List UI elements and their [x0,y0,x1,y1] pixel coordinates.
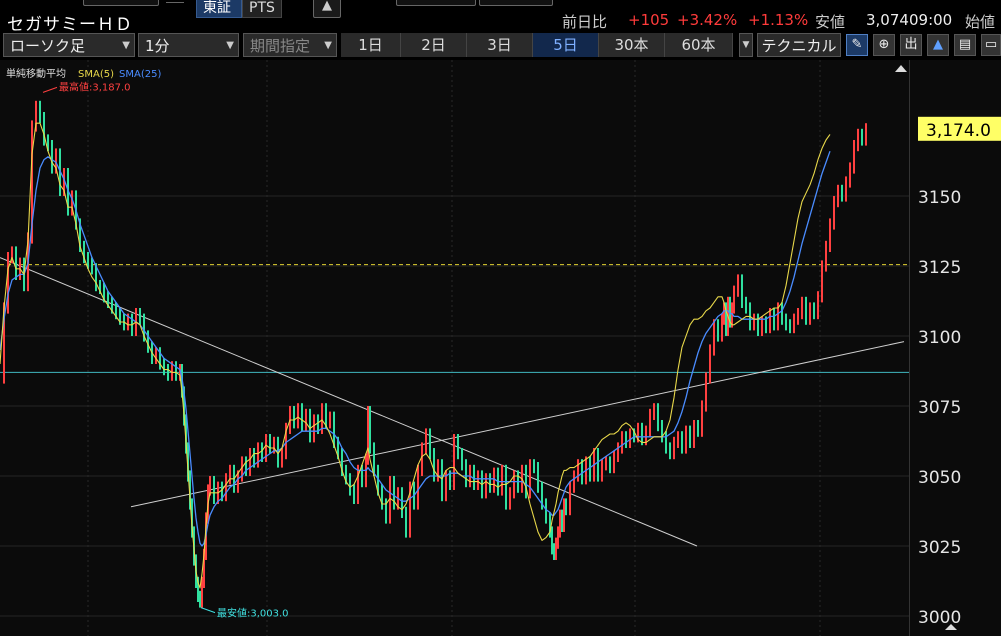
change-label: 前日比 [562,13,608,31]
technical-button[interactable]: テクニカル [757,33,841,57]
zoom-icon[interactable]: ⊕ [873,34,895,56]
y-tick-label: 3125 [918,258,961,278]
tab-tse[interactable]: 東証 [196,0,242,18]
cut-tab-left [83,0,159,6]
current-price-label: 3,174.0 [926,121,991,141]
period-30bars[interactable]: 30本 [599,33,665,57]
more-periods-dropdown[interactable]: ▼ [739,33,753,57]
chevron-down-icon: ▼ [324,40,332,51]
y-tick-label: 3050 [918,468,961,488]
export-icon[interactable]: 出 [900,34,922,56]
legend-sma25: SMA(25) [119,69,161,80]
y-tick-label: 3025 [918,538,961,558]
pencil-icon[interactable]: ✎ [846,34,868,56]
stock-name: セガサミーＨＤ [7,15,133,35]
tab-pts[interactable]: PTS [242,0,282,18]
area-chart-icon[interactable]: ▲ [927,34,949,56]
change-value: +105 [628,11,670,29]
low-label: 安値 [815,13,846,31]
chart-type-value: ローソク足 [10,37,86,55]
y-tick-label: 3000 [918,608,961,628]
y-tick-label: 3100 [918,328,961,348]
cut-tab-mid1 [396,0,476,6]
cut-tab-mid2 [479,0,553,6]
interval-select[interactable]: 1分 ▼ [138,33,239,57]
y-tick-label: 3150 [918,188,961,208]
interval-value: 1分 [145,37,170,55]
open-label: 始値 [965,13,996,31]
chart-type-select[interactable]: ローソク足 ▼ [3,33,135,57]
period-select-value: 期間指定 [250,37,311,55]
change-percent-2: +1.13% [748,11,809,29]
min-label: 最安値:3,003.0 [217,607,289,620]
max-label: 最高値:3,187.0 [59,80,131,93]
save-icon[interactable]: ▤ [954,34,976,56]
low-time: 09:00 [909,11,953,29]
period-3d[interactable]: 3日 [467,33,533,57]
change-percent: +3.42% [677,11,738,29]
legend-title: 単純移動平均 [6,67,66,80]
period-select[interactable]: 期間指定 ▼ [243,33,337,57]
alert-bell-icon[interactable]: ▲ [313,0,341,18]
axis-separator [909,60,910,636]
period-1d[interactable]: 1日 [341,33,401,57]
market-tabs: 東証 PTS [196,0,286,18]
legend: 単純移動平均 SMA(5) SMA(25) [6,67,161,80]
legend-sma5: SMA(5) [78,69,114,80]
low-value: 3,074 [866,11,909,29]
chevron-down-icon: ▼ [226,40,234,51]
period-5d[interactable]: 5日 [533,33,599,57]
folder-icon[interactable]: ▭ [981,34,1001,56]
y-tick-label: 3075 [918,398,961,418]
cut-label-left [166,0,184,3]
chevron-down-icon: ▼ [122,40,130,51]
period-60bars[interactable]: 60本 [665,33,733,57]
price-chart[interactable]: 最高値:3,187.0 最安値:3,003.0 3000 3025 3050 3075 3… [0,60,1001,636]
period-2d[interactable]: 2日 [401,33,467,57]
